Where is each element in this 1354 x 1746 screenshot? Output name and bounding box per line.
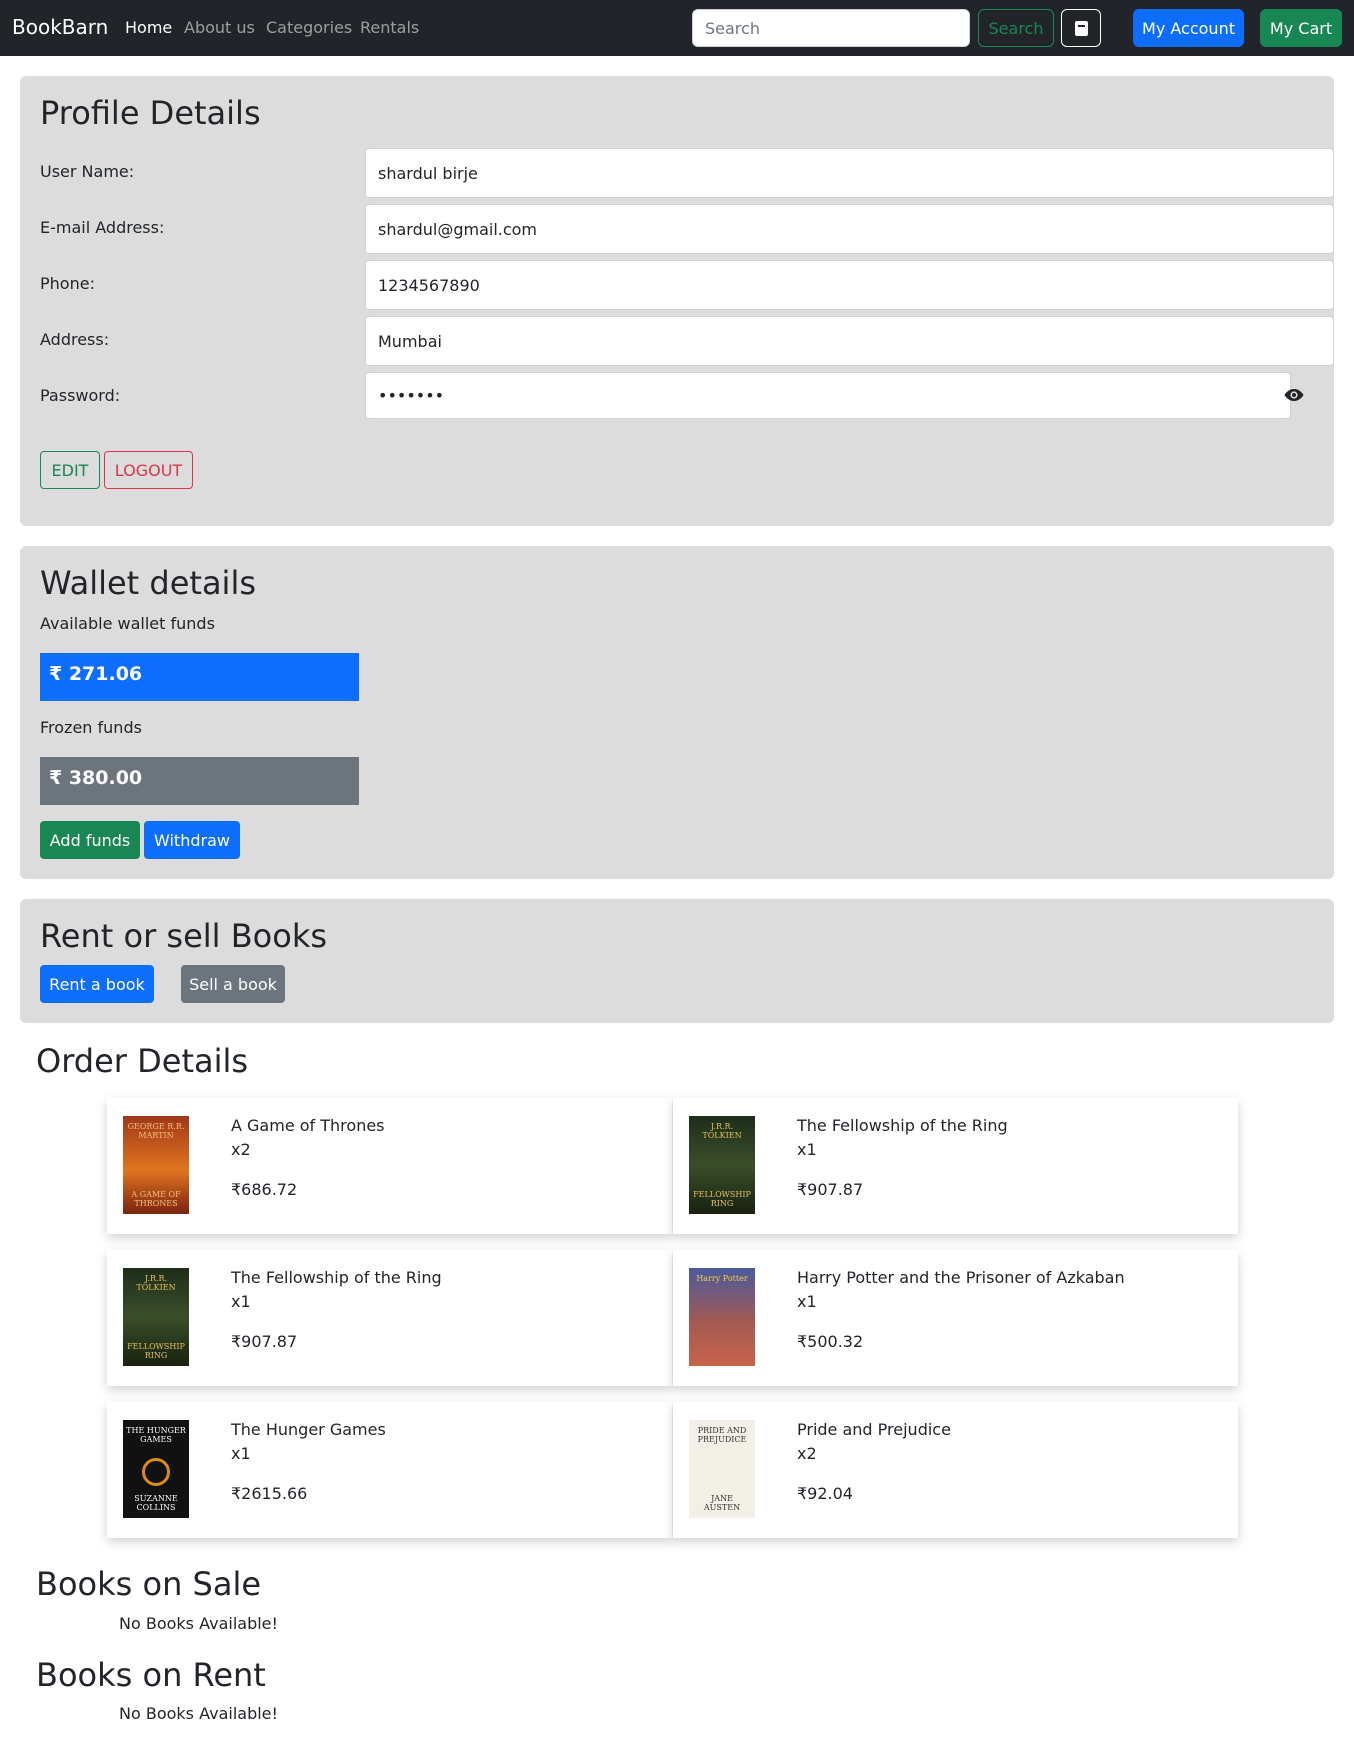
cover-text-top: J.R.R. TOLKIEN <box>702 1122 742 1140</box>
edit-button[interactable]: EDIT <box>40 451 100 489</box>
book-cover-image: Harry Potter <box>689 1268 755 1366</box>
rent-book-button[interactable]: Rent a book <box>40 965 154 1003</box>
order-book-title: Harry Potter and the Prisoner of Azkaban <box>797 1268 1125 1287</box>
order-book-title: The Fellowship of the Ring <box>797 1116 1008 1135</box>
order-price: ₹907.87 <box>797 1180 864 1199</box>
order-price: ₹907.87 <box>231 1332 298 1351</box>
cover-text-top: GEORGE R.R. MARTIN <box>127 1122 185 1140</box>
username-label: User Name: <box>40 162 135 181</box>
order-card[interactable]: THE HUNGER GAMES SUZANNE COLLINS The Hunge… <box>107 1402 672 1538</box>
cover-text-top: THE HUNGER GAMES <box>126 1426 186 1444</box>
cover-text-top: J.R.R. TOLKIEN <box>136 1274 176 1292</box>
eye-icon[interactable] <box>1284 388 1304 402</box>
order-card[interactable]: Harry Potter Harry Potter and the Prisone… <box>673 1250 1238 1386</box>
order-quantity: x1 <box>231 1292 251 1311</box>
order-quantity: x2 <box>231 1140 251 1159</box>
available-funds-label: Available wallet funds <box>40 614 215 633</box>
phone-field[interactable] <box>365 260 1334 310</box>
address-label: Address: <box>40 330 110 349</box>
password-label: Password: <box>40 386 121 405</box>
order-price: ₹500.32 <box>797 1332 864 1351</box>
order-card[interactable]: J.R.R. TOLKIEN FELLOWSHIP RING The Fellows… <box>673 1098 1238 1234</box>
order-quantity: x2 <box>797 1444 817 1463</box>
username-field[interactable] <box>365 148 1334 198</box>
mockingjay-emblem <box>142 1458 170 1486</box>
sell-book-button[interactable]: Sell a book <box>181 965 285 1003</box>
nav-link-about[interactable]: About us <box>184 18 255 37</box>
order-card[interactable]: J.R.R. TOLKIEN FELLOWSHIP RING The Fellows… <box>107 1250 672 1386</box>
profile-panel: Profile Details User Name: E-mail Addres… <box>20 76 1334 526</box>
order-book-title: A Game of Thrones <box>231 1116 385 1135</box>
search-input[interactable] <box>692 9 970 47</box>
order-card[interactable]: GEORGE R.R. MARTIN A GAME OF THRONES A Gam… <box>107 1098 672 1234</box>
order-details-title: Order Details <box>36 1042 249 1080</box>
password-field[interactable] <box>365 372 1291 419</box>
book-cover-image: GEORGE R.R. MARTIN A GAME OF THRONES <box>123 1116 189 1214</box>
book-cover-image: PRIDE AND PREJUDICE JANE AUSTEN <box>689 1420 755 1518</box>
profile-title: Profile Details <box>40 94 261 132</box>
books-on-rent-title: Books on Rent <box>36 1656 266 1694</box>
book-cover-image: THE HUNGER GAMES SUZANNE COLLINS <box>123 1420 189 1518</box>
wallet-panel: Wallet details Available wallet funds ₹ … <box>20 546 1334 879</box>
cover-text-bottom: FELLOWSHIP RING <box>127 1342 185 1360</box>
nav-link-home[interactable]: Home <box>125 18 172 37</box>
cover-text-bottom: A GAME OF THRONES <box>131 1190 181 1208</box>
my-account-button[interactable]: My Account <box>1133 9 1244 47</box>
brand-logo[interactable]: BookBarn <box>12 15 108 39</box>
book-cover-image: J.R.R. TOLKIEN FELLOWSHIP RING <box>123 1268 189 1366</box>
wallet-title: Wallet details <box>40 564 256 602</box>
navbar: BookBarn Home About us Categories Rental… <box>0 0 1354 56</box>
book-icon-button[interactable] <box>1061 9 1101 47</box>
order-quantity: x1 <box>797 1140 817 1159</box>
withdraw-button[interactable]: Withdraw <box>144 821 240 859</box>
order-price: ₹2615.66 <box>231 1484 308 1503</box>
book-cover-image: J.R.R. TOLKIEN FELLOWSHIP RING <box>689 1116 755 1214</box>
cover-text-bottom: SUZANNE COLLINS <box>134 1494 178 1512</box>
email-field[interactable] <box>365 204 1334 254</box>
nav-link-categories[interactable]: Categories <box>266 18 352 37</box>
order-price: ₹686.72 <box>231 1180 298 1199</box>
order-book-title: Pride and Prejudice <box>797 1420 951 1439</box>
order-quantity: x1 <box>231 1444 251 1463</box>
book-icon <box>1075 21 1088 36</box>
cover-text-top: Harry Potter <box>696 1274 748 1283</box>
address-field[interactable] <box>365 316 1334 366</box>
available-funds-value: ₹ 271.06 <box>40 653 359 701</box>
cover-text-bottom: JANE AUSTEN <box>703 1494 741 1512</box>
add-funds-button[interactable]: Add funds <box>40 821 140 859</box>
order-book-title: The Fellowship of the Ring <box>231 1268 442 1287</box>
frozen-funds-label: Frozen funds <box>40 718 142 737</box>
order-price: ₹92.04 <box>797 1484 853 1503</box>
my-cart-button[interactable]: My Cart <box>1260 9 1342 47</box>
search-button[interactable]: Search <box>978 9 1054 47</box>
phone-label: Phone: <box>40 274 95 293</box>
books-on-sale-title: Books on Sale <box>36 1565 262 1603</box>
logout-button[interactable]: LOGOUT <box>104 451 193 489</box>
email-label: E-mail Address: <box>40 218 165 237</box>
rent-sell-title: Rent or sell Books <box>40 917 328 955</box>
cover-text-top: PRIDE AND PREJUDICE <box>697 1426 747 1444</box>
order-card[interactable]: PRIDE AND PREJUDICE JANE AUSTEN Pride and … <box>673 1402 1238 1538</box>
frozen-funds-value: ₹ 380.00 <box>40 757 359 805</box>
nav-link-rentals[interactable]: Rentals <box>360 18 419 37</box>
rent-sell-panel: Rent or sell Books Rent a book Sell a bo… <box>20 899 1334 1023</box>
order-quantity: x1 <box>797 1292 817 1311</box>
rent-empty-message: No Books Available! <box>119 1704 278 1723</box>
cover-text-bottom: FELLOWSHIP RING <box>693 1190 751 1208</box>
order-book-title: The Hunger Games <box>231 1420 386 1439</box>
sale-empty-message: No Books Available! <box>119 1614 278 1633</box>
